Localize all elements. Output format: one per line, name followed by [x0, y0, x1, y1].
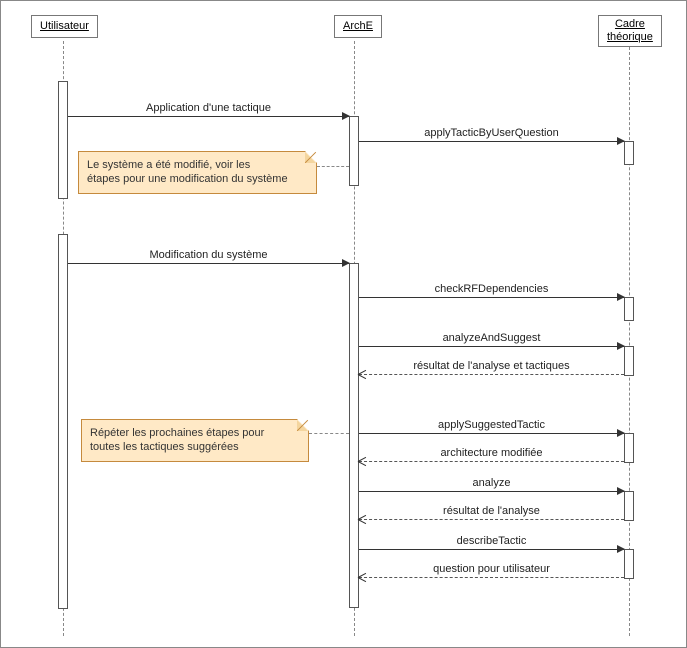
note-connector-1	[317, 166, 349, 167]
activation-framework-5	[624, 491, 634, 521]
msg-label: applySuggestedTactic	[359, 419, 624, 431]
note-text: Le système a été modifié, voir les étape…	[87, 159, 288, 185]
arrow-right-icon	[617, 545, 625, 553]
activation-user-2	[58, 234, 68, 609]
arrow-right-icon	[617, 293, 625, 301]
msg-label: describeTactic	[359, 535, 624, 547]
msg-label: résultat de l'analyse et tactiques	[359, 360, 624, 372]
msg-label: Application d'une tactique	[68, 102, 349, 114]
arrow-right-icon	[342, 112, 350, 120]
activation-arche-2	[349, 263, 359, 608]
activation-framework-1	[624, 141, 634, 165]
msg-label: applyTacticByUserQuestion	[359, 127, 624, 139]
msg-label: Modification du système	[68, 249, 349, 261]
lifeline-axis-framework	[629, 47, 630, 636]
msg-label: analyzeAndSuggest	[359, 332, 624, 344]
arrow-right-icon	[617, 137, 625, 145]
note-connector-2	[309, 433, 349, 434]
arrow-right-icon	[617, 487, 625, 495]
lifeline-user: Utilisateur	[31, 15, 98, 38]
note-text: Répéter les prochaines étapes pour toute…	[90, 427, 264, 453]
note-repeat-steps: Répéter les prochaines étapes pour toute…	[81, 419, 309, 462]
sequence-diagram: Utilisateur ArchE Cadre théorique Applic…	[0, 0, 687, 648]
lifeline-arche: ArchE	[334, 15, 382, 38]
activation-arche-1	[349, 116, 359, 186]
msg-label: analyze	[359, 477, 624, 489]
activation-framework-2	[624, 297, 634, 321]
msg-label: architecture modifiée	[359, 447, 624, 459]
arrow-right-icon	[617, 429, 625, 437]
msg-label: question pour utilisateur	[359, 563, 624, 575]
arrow-right-icon	[617, 342, 625, 350]
activation-framework-4	[624, 433, 634, 463]
note-system-modified: Le système a été modifié, voir les étape…	[78, 151, 317, 194]
msg-label: checkRFDependencies	[359, 283, 624, 295]
activation-framework-3	[624, 346, 634, 376]
activation-user-1	[58, 81, 68, 199]
lifeline-framework: Cadre théorique	[598, 15, 662, 47]
activation-framework-6	[624, 549, 634, 579]
msg-label: résultat de l'analyse	[359, 505, 624, 517]
arrow-right-icon	[342, 259, 350, 267]
